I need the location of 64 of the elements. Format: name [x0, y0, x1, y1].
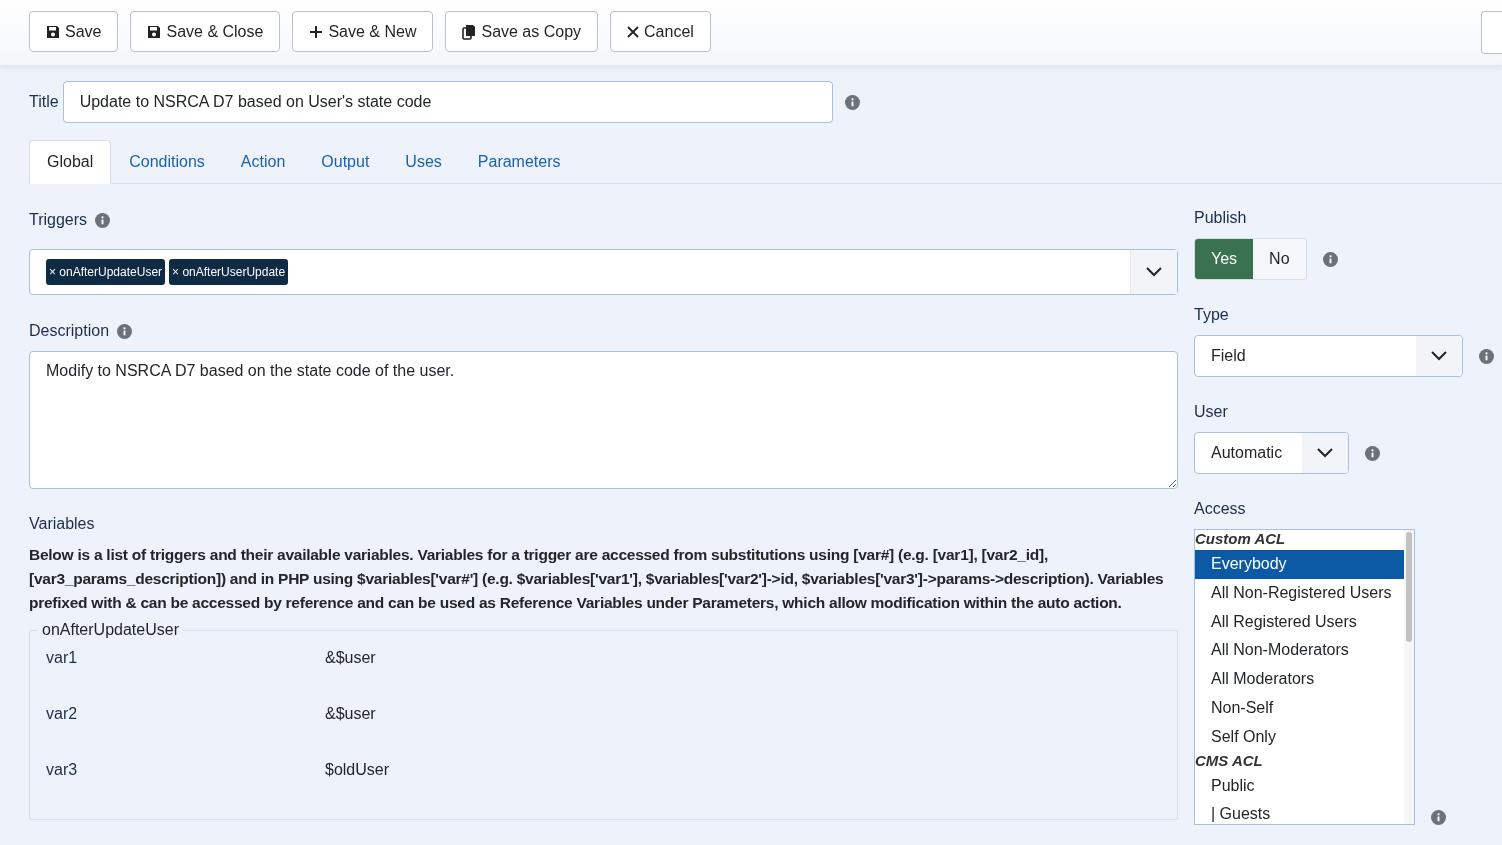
publish-label: Publish: [1194, 209, 1248, 227]
tab[interactable]: Conditions: [111, 140, 223, 184]
access-option[interactable]: All Non-Moderators: [1195, 636, 1404, 666]
variable-value: $oldUser: [325, 761, 390, 779]
title-label: Title: [29, 93, 59, 111]
chevron-down-icon: [1431, 351, 1447, 361]
access-group-header: Custom ACL: [1195, 530, 1287, 549]
variable-value: &$user: [325, 649, 376, 667]
info-icon[interactable]: [1479, 348, 1494, 364]
toolbar-button[interactable]: Save & Close: [130, 11, 281, 52]
variable-name: var3: [46, 761, 79, 779]
tab[interactable]: Global: [29, 140, 112, 184]
publish-option[interactable]: No: [1253, 239, 1306, 279]
trigger-legend: onAfterUpdateUser: [38, 621, 183, 639]
access-listbox[interactable]: Custom ACL Everybody All Non-Registered Users All Registered Users All Non-Moderators All Moderators Non-Self Self Only CMS ACL Public | Guests: [1194, 529, 1415, 825]
info-icon[interactable]: [1365, 445, 1380, 461]
description-field[interactable]: Modify to NSRCA D7 based on the state code of the user.: [29, 351, 1178, 489]
info-icon[interactable]: [1322, 251, 1338, 267]
user-label: User: [1194, 403, 1229, 421]
tab[interactable]: Parameters: [459, 140, 579, 184]
toolbar-button[interactable]: Cancel: [610, 11, 711, 52]
variables-label: Variables: [29, 515, 95, 533]
access-option[interactable]: All Registered Users: [1195, 607, 1404, 637]
title-field[interactable]: Update to NSRCA D7 based on User's state code: [62, 81, 833, 123]
info-icon[interactable]: [95, 212, 111, 228]
access-option[interactable]: Self Only: [1195, 722, 1404, 752]
save-icon: [147, 24, 162, 39]
copy-icon: [462, 23, 477, 40]
access-option[interactable]: All Non-Registered Users: [1195, 578, 1404, 608]
variable-value: &$user: [325, 705, 376, 723]
description-label: Description: [29, 322, 110, 340]
info-icon[interactable]: [117, 323, 133, 339]
access-option[interactable]: | Guests: [1195, 800, 1404, 824]
scrollbar-thumb[interactable]: [1406, 532, 1412, 642]
close-icon: [627, 25, 640, 38]
trigger-tag[interactable]: × onAfterUpdateUser: [46, 259, 166, 285]
variables-help-text: Below is a list of triggers and their available variables. Variables for a trigger are accessed from substitutions using [var#] (e.g. [var1], [var2_id], [var3_params_description]) and in PHP using $variables['var#'] (e.g. $variables['var1'], $variables['var2']->id, $variables['var3']->params->description). Variables prefixed with & can be accessed by reference and can be used as Reference Variables under Parameters, which allow modification within the auto action.: [29, 545, 1165, 613]
trigger-tag[interactable]: × onAfterUserUpdate: [169, 259, 289, 285]
tab[interactable]: Uses: [387, 140, 460, 184]
chevron-down-icon: [1317, 448, 1333, 458]
user-select[interactable]: Automatic: [1194, 432, 1349, 474]
triggers-label: Triggers: [29, 211, 88, 229]
access-label: Access: [1194, 500, 1247, 518]
save-icon: [46, 24, 60, 39]
info-icon[interactable]: [1431, 810, 1446, 825]
plus-icon: [309, 24, 324, 39]
access-option[interactable]: All Moderators: [1195, 665, 1404, 694]
publish-option[interactable]: Yes: [1195, 239, 1254, 279]
access-group-header: CMS ACL: [1195, 751, 1264, 771]
variable-name: var1: [46, 649, 79, 667]
access-option[interactable]: Public: [1195, 771, 1404, 801]
info-icon[interactable]: [844, 94, 860, 110]
chevron-down-icon: [1146, 267, 1162, 277]
access-option[interactable]: Everybody: [1195, 550, 1404, 579]
type-label: Type: [1194, 306, 1230, 324]
tab[interactable]: Action: [222, 140, 304, 184]
triggers-select[interactable]: × onAfterUpdateUser × onAfterUserUpdate: [29, 249, 1178, 295]
tab[interactable]: Output: [303, 140, 388, 184]
access-option[interactable]: Non-Self: [1195, 694, 1404, 723]
type-select[interactable]: Field: [1194, 335, 1463, 377]
variable-name: var2: [46, 705, 79, 723]
toolbar-button[interactable]: Save: [29, 11, 119, 52]
toolbar-button[interactable]: Save & New: [292, 11, 434, 52]
toolbar-button[interactable]: Save as Copy: [445, 11, 599, 52]
